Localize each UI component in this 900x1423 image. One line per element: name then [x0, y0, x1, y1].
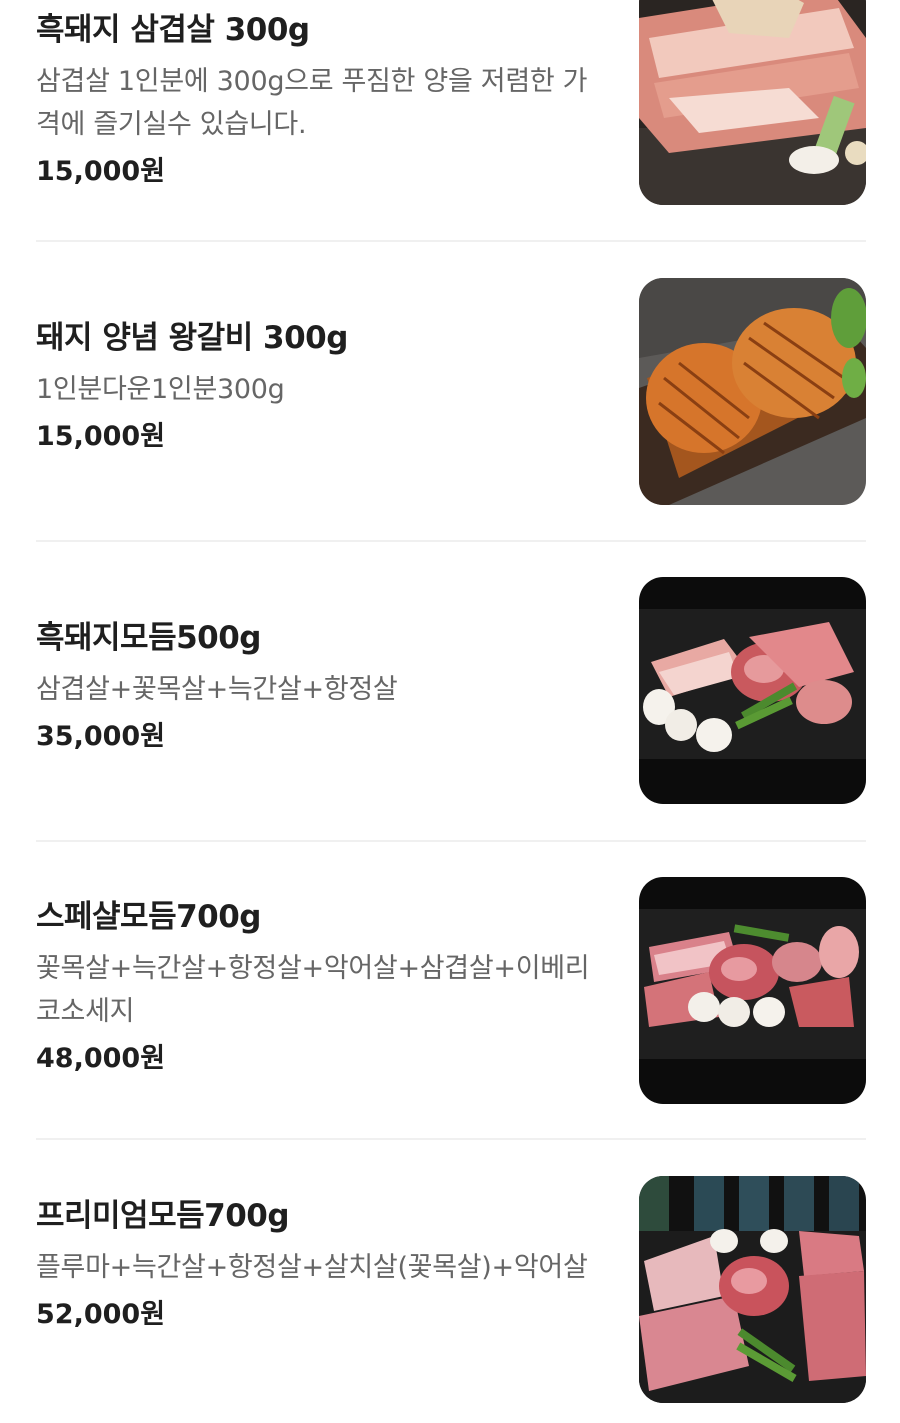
divider [36, 1138, 866, 1140]
menu-item-price: 52,000원 [36, 1299, 166, 1330]
menu-item-name: 프리미엄모듬700g [36, 1198, 290, 1234]
menu-item-name: 스페샬모듬700g [36, 899, 262, 935]
menu-item-premium-assorted[interactable]: 프리미엄모듬700g 플루마+늑간살+항정살+살치살(꽃목살)+악어살 52,0… [36, 1176, 866, 1423]
menu-item-description: 꽃목살+늑간살+항정살+악어살+삼겹살+이베리코소세지 [36, 953, 590, 1027]
menu-item-text: 프리미엄모듬700g 플루마+늑간살+항정살+살치살(꽃목살)+악어살 52,0… [36, 1196, 606, 1333]
menu-item-name: 흑돼지모듬500g [36, 620, 262, 656]
divider [36, 540, 866, 542]
menu-item-description: 삼겹살 1인분에 300g으로 푸짐한 양을 저렴한 가격에 즐기실수 있습니다… [36, 66, 588, 140]
premium-assorted-platter-photo[interactable] [639, 1176, 866, 1403]
special-assorted-platter-photo[interactable] [639, 877, 866, 1104]
menu-item-black-pork-assorted[interactable]: 흑돼지모듬500g 삼겹살+꽃목살+늑간살+항정살 35,000원 [36, 577, 866, 845]
menu-item-price: 48,000원 [36, 1043, 166, 1074]
menu-item-name: 흑돼지 삼겹살 300g [36, 12, 310, 48]
menu-item-description: 삼겹살+꽃목살+늑간살+항정살 [36, 674, 398, 705]
menu-item-marinated-rib[interactable]: 돼지 양념 왕갈비 300g 1인분다운1인분300g 15,000원 [36, 278, 866, 545]
menu-list: 흑돼지 삼겹살 300g 삼겹살 1인분에 300g으로 푸짐한 양을 저렴한 … [0, 0, 900, 1406]
menu-item-text: 흑돼지모듬500g 삼겹살+꽃목살+늑간살+항정살 35,000원 [36, 618, 606, 755]
menu-item-text: 흑돼지 삼겹살 300g 삼겹살 1인분에 300g으로 푸짐한 양을 저렴한 … [36, 10, 606, 190]
pork-belly-grill-photo[interactable] [639, 0, 866, 205]
menu-item-price: 15,000원 [36, 421, 166, 452]
divider [36, 840, 866, 842]
menu-item-text: 스페샬모듬700g 꽃목살+늑간살+항정살+악어살+삼겹살+이베리코소세지 48… [36, 897, 606, 1077]
menu-item-special-assorted[interactable]: 스페샬모듬700g 꽃목살+늑간살+항정살+악어살+삼겹살+이베리코소세지 48… [36, 877, 866, 1124]
menu-item-description: 1인분다운1인분300g [36, 374, 285, 405]
menu-item-black-pork-belly[interactable]: 흑돼지 삼겹살 300g 삼겹살 1인분에 300g으로 푸짐한 양을 저렴한 … [36, 0, 866, 215]
menu-item-price: 15,000원 [36, 156, 166, 187]
menu-item-text: 돼지 양념 왕갈비 300g 1인분다운1인분300g 15,000원 [36, 318, 606, 455]
marinated-rib-photo[interactable] [639, 278, 866, 505]
menu-item-description: 플루마+늑간살+항정살+살치살(꽃목살)+악어살 [36, 1252, 588, 1283]
menu-item-name: 돼지 양념 왕갈비 300g [36, 320, 348, 356]
divider [36, 240, 866, 242]
menu-item-price: 35,000원 [36, 721, 166, 752]
assorted-pork-platter-photo[interactable] [639, 577, 866, 804]
